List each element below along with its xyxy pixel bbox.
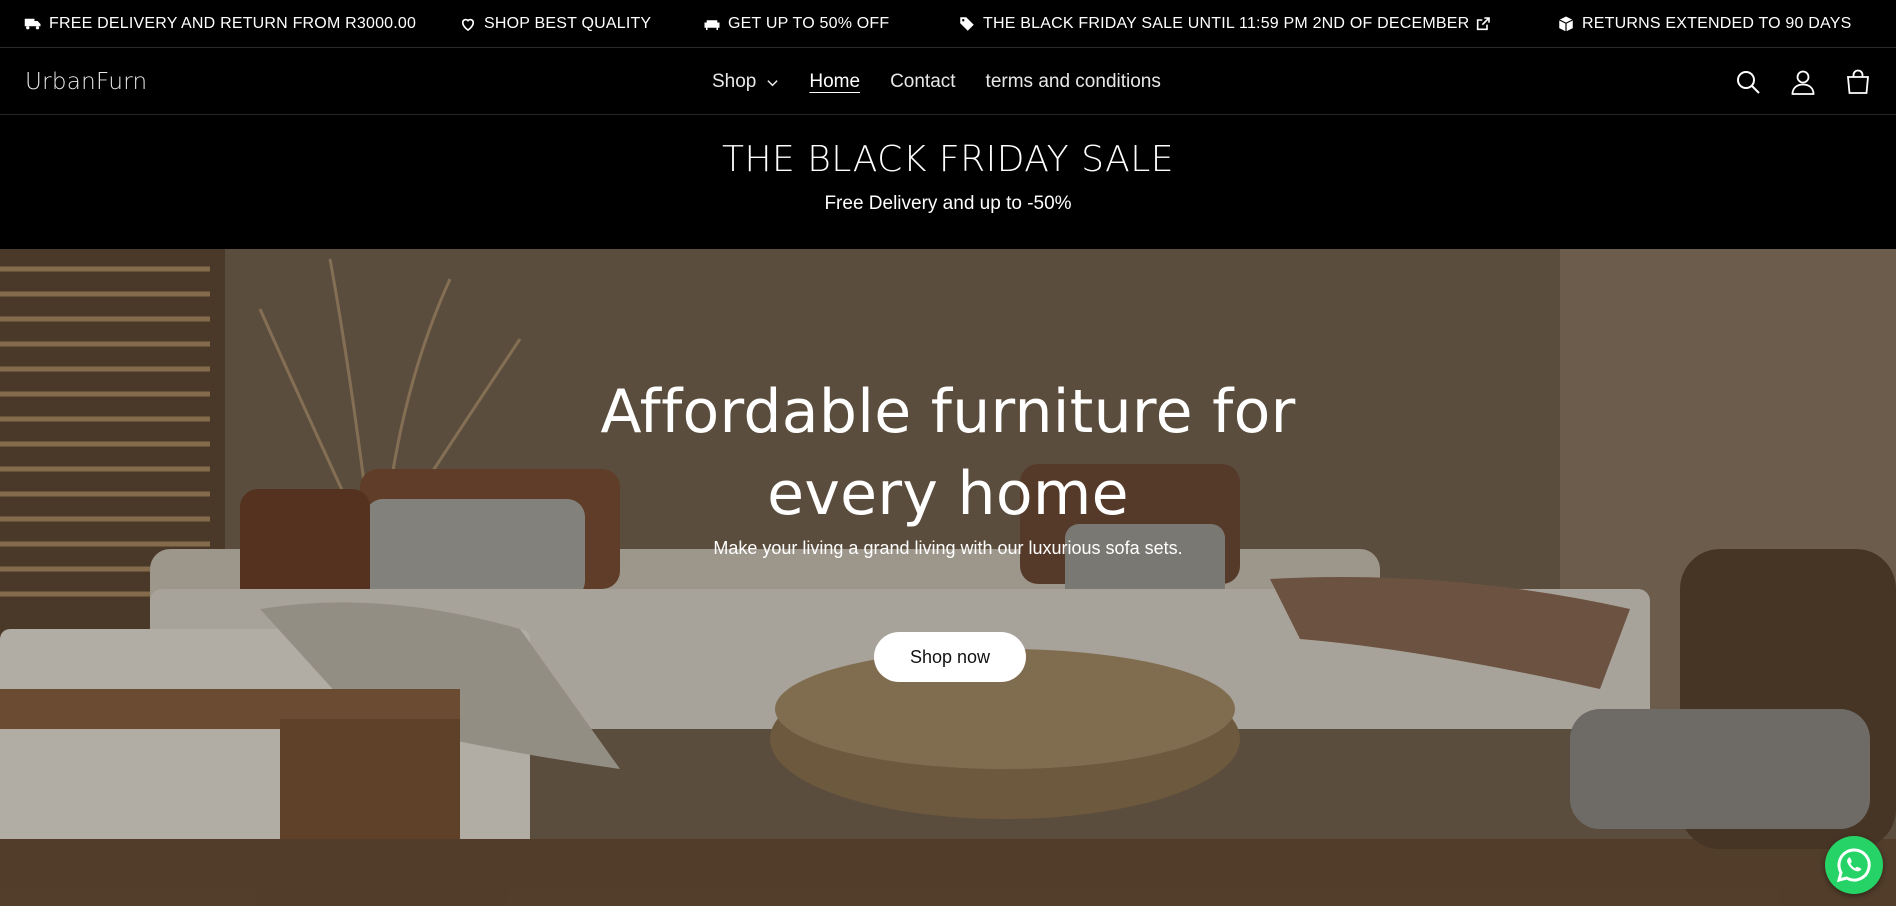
search-icon[interactable] (1734, 68, 1762, 96)
announcement-discount: GET UP TO 50% OFF (703, 0, 889, 48)
announcement-free-delivery: FREE DELIVERY AND RETURN FROM R3000.00 (24, 0, 416, 48)
truck-icon (24, 15, 42, 33)
nav-shop[interactable]: Shop (712, 71, 779, 93)
announcement-text: SHOP BEST QUALITY (484, 15, 652, 32)
announcement-text: THE BLACK FRIDAY SALE UNTIL 11:59 PM 2ND… (983, 15, 1470, 32)
tag-icon (958, 15, 976, 33)
site-header: UrbanFurn Shop Home Contact terms and co… (0, 49, 1896, 115)
whatsapp-icon (1834, 845, 1874, 885)
hero-overlay (0, 249, 1896, 906)
nav-home[interactable]: Home (809, 71, 860, 93)
header-icons (1707, 49, 1872, 115)
nav-terms[interactable]: terms and conditions (986, 71, 1161, 93)
announcement-quality: SHOP BEST QUALITY (459, 0, 651, 48)
announcement-bar: FREE DELIVERY AND RETURN FROM R3000.00 S… (0, 0, 1896, 48)
hero-title: Affordable furniture for every home (0, 371, 1896, 535)
announcement-returns: RETURNS EXTENDED TO 90 DAYS (1557, 0, 1851, 48)
announcement-text: RETURNS EXTENDED TO 90 DAYS (1582, 15, 1852, 32)
heart-icon (459, 15, 477, 33)
shop-now-button[interactable]: Shop now (874, 632, 1026, 682)
main-nav: Shop Home Contact terms and conditions (712, 49, 1191, 115)
announcement-text: FREE DELIVERY AND RETURN FROM R3000.00 (49, 15, 417, 32)
cart-icon[interactable] (1844, 68, 1872, 96)
site-logo[interactable]: UrbanFurn (25, 49, 147, 115)
sale-banner: THE BLACK FRIDAY SALE Free Delivery and … (0, 115, 1896, 249)
announcement-text: GET UP TO 50% OFF (728, 15, 890, 32)
whatsapp-chat-button[interactable] (1825, 836, 1883, 894)
sofa-icon (703, 15, 721, 33)
account-icon[interactable] (1789, 68, 1817, 96)
nav-contact[interactable]: Contact (890, 71, 955, 93)
sale-title: THE BLACK FRIDAY SALE (721, 139, 1175, 180)
external-link-icon (1475, 16, 1491, 32)
sale-subtitle: Free Delivery and up to -50% (824, 193, 1072, 214)
hero-title-line-1: Affordable furniture for (600, 377, 1296, 447)
announcement-black-friday[interactable]: THE BLACK FRIDAY SALE UNTIL 11:59 PM 2ND… (958, 0, 1491, 48)
hero-banner: Affordable furniture for every home Make… (0, 249, 1896, 906)
nav-shop-label: Shop (712, 71, 757, 92)
hero-title-line-2: every home (767, 459, 1129, 529)
box-icon (1557, 15, 1575, 33)
hero-subtitle: Make your living a grand living with our… (713, 538, 1183, 558)
chevron-down-icon (766, 76, 779, 89)
